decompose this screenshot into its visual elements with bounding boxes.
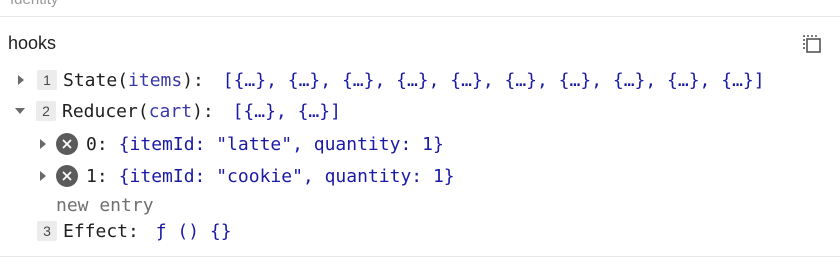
paren-close-colon: ):: [192, 100, 225, 122]
hook-value[interactable]: [{…}, {…}]: [233, 101, 341, 122]
entry-key: 1:: [86, 165, 108, 187]
hook-name: Effect: [63, 220, 129, 242]
entry-value[interactable]: {itemId: "latte", quantity: 1}: [119, 134, 444, 155]
paren-close-colon: ):: [182, 69, 215, 91]
hook-index-badge: 2: [36, 101, 56, 121]
paren-open: (: [137, 100, 149, 122]
hook-param: items: [128, 69, 183, 91]
hook-name: State: [63, 69, 118, 91]
paren-open: (: [117, 69, 129, 91]
hook-row-effect: 3 Effect: ƒ () {}: [37, 218, 232, 244]
hook-name: Reducer: [62, 100, 138, 122]
section-divider: [0, 256, 840, 257]
hook-param: cart: [148, 100, 193, 122]
entry-key: 0:: [86, 133, 108, 155]
reducer-entry: 0: {itemId: "latte", quantity: 1}: [38, 131, 444, 157]
hook-value[interactable]: ƒ () {}: [156, 221, 232, 242]
new-entry-input[interactable]: new entry: [56, 192, 154, 218]
remove-circle-icon[interactable]: [56, 165, 78, 187]
reducer-entry: 1: {itemId: "cookie", quantity: 1}: [38, 163, 455, 189]
expand-icon[interactable]: [40, 171, 46, 181]
colon: :: [128, 220, 150, 242]
hook-index-badge: 1: [37, 70, 57, 90]
new-entry-placeholder: new entry: [56, 194, 154, 216]
previous-section-strip: Identity: [0, 0, 840, 17]
expand-icon[interactable]: [40, 139, 46, 149]
remove-circle-icon[interactable]: [56, 133, 78, 155]
hook-row-state: 1 State(items): [{…}, {…}, {…}, {…}, {…}…: [16, 67, 765, 93]
hook-index-badge: 3: [37, 221, 57, 241]
previous-section-text: Identity: [10, 0, 58, 8]
section-title: hooks: [8, 33, 57, 53]
expand-icon[interactable]: [18, 75, 24, 85]
entry-value[interactable]: {itemId: "cookie", quantity: 1}: [119, 166, 455, 187]
hook-value[interactable]: [{…}, {…}, {…}, {…}, {…}, {…}, {…}, {…},…: [223, 70, 765, 91]
hook-row-reducer: 2 Reducer(cart): [{…}, {…}]: [15, 98, 341, 124]
copy-icon[interactable]: [801, 33, 823, 55]
collapse-icon[interactable]: [15, 108, 25, 114]
